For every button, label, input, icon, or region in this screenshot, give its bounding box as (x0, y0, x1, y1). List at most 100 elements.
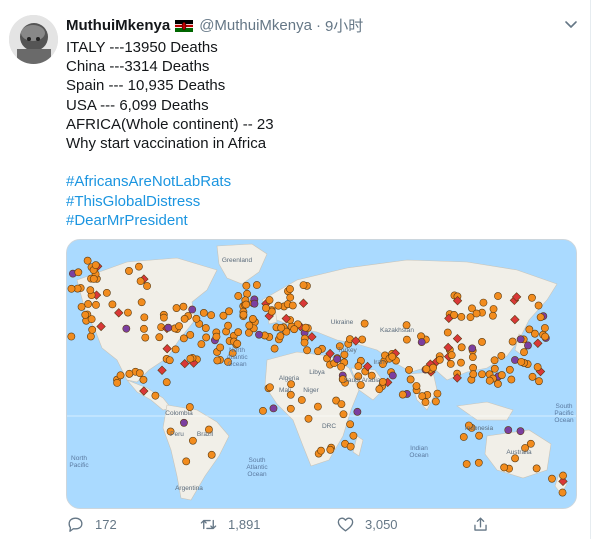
case-marker (234, 292, 243, 300)
case-marker (405, 365, 413, 374)
hashtag-link[interactable]: #ThisGlobalDistress (66, 192, 566, 211)
case-marker (91, 261, 100, 270)
case-marker (262, 304, 270, 312)
reply-icon (68, 517, 83, 532)
author-handle[interactable]: @MuthuiMkenya (199, 17, 312, 34)
case-marker (162, 378, 171, 387)
case-marker (197, 340, 206, 349)
case-marker (270, 344, 279, 353)
case-marker (528, 372, 537, 381)
case-marker (507, 375, 516, 384)
map-label-australia: Australia (506, 449, 532, 456)
case-marker (469, 370, 478, 379)
avatar[interactable] (9, 15, 58, 64)
case-marker (180, 315, 189, 323)
case-marker (398, 390, 407, 399)
case-marker (504, 426, 513, 434)
case-marker (301, 323, 310, 332)
case-marker (199, 309, 208, 317)
timestamp[interactable]: 9小时 (325, 15, 363, 36)
case-marker (505, 365, 514, 374)
case-marker (497, 371, 506, 379)
like-button[interactable]: 3,050 (336, 515, 398, 534)
case-marker (450, 311, 459, 319)
like-count: 3,050 (365, 517, 398, 532)
case-marker (83, 256, 92, 265)
case-marker (516, 335, 525, 344)
case-marker (346, 442, 355, 451)
map-label-indian-ocean: Indian Ocean (409, 445, 429, 459)
case-marker (276, 332, 285, 340)
tweet-line: China ---3314 Deaths (66, 58, 210, 76)
case-marker (488, 311, 497, 320)
case-marker (508, 337, 517, 346)
author-name[interactable]: MuthuiMkenya (66, 17, 170, 34)
case-marker (213, 356, 222, 365)
case-marker (417, 338, 426, 346)
reply-button[interactable]: 172 (66, 515, 117, 534)
case-marker (125, 369, 134, 378)
case-marker (234, 328, 243, 337)
retweet-button[interactable]: 1,891 (199, 515, 261, 534)
case-marker (360, 319, 369, 328)
map-label-greenland: Greenland (222, 257, 253, 264)
case-marker (248, 315, 257, 323)
case-marker (478, 370, 486, 379)
case-marker (304, 414, 313, 423)
case-marker (435, 355, 444, 364)
tweet-card: MuthuiMkenya @MuthuiMkenya · 9小时 ITALY -… (0, 0, 591, 539)
case-marker (526, 439, 535, 448)
case-marker (201, 324, 210, 332)
tweet-line: ITALY ---13950 Deaths (66, 39, 218, 56)
share-button[interactable] (471, 515, 500, 534)
case-marker (243, 289, 251, 298)
map-label-north-pacific: North Pacific (69, 455, 89, 469)
case-marker (179, 334, 188, 343)
case-marker (125, 267, 133, 275)
retweet-icon (200, 519, 217, 530)
case-marker (339, 410, 348, 419)
case-marker (468, 353, 477, 362)
case-marker (207, 450, 216, 459)
case-marker (489, 305, 498, 313)
map-label-algeria: Algeria (279, 375, 300, 382)
kenya-flag-icon (175, 19, 194, 32)
case-marker (532, 464, 541, 473)
case-marker (192, 314, 201, 323)
heart-icon (337, 517, 354, 532)
hashtag-link[interactable]: #AfricansAreNotLabRats (66, 172, 566, 191)
case-marker (300, 338, 309, 347)
case-marker (333, 355, 342, 363)
case-marker (136, 277, 145, 286)
map-label-colombia: Colombia (165, 410, 193, 417)
case-marker (151, 391, 160, 400)
case-marker (548, 474, 556, 483)
case-marker (116, 371, 125, 380)
map-label-libya: Libya (309, 369, 325, 376)
case-marker (494, 292, 502, 300)
case-marker (88, 325, 97, 334)
case-marker (239, 310, 248, 319)
case-marker (225, 307, 233, 316)
case-marker (224, 321, 232, 330)
case-marker (490, 364, 499, 373)
chevron-down-icon[interactable] (563, 16, 579, 32)
case-marker (314, 347, 322, 356)
case-marker (250, 299, 259, 308)
map-label-turkey: Turkey (337, 347, 357, 354)
tweet-image-world-map[interactable]: Greenland Kazakhstan Ukraine Turkey Iran… (66, 239, 577, 509)
case-marker (326, 445, 335, 454)
tweet-actions: 172 1,891 3,050 (66, 515, 566, 535)
map-label-mali: Mali (279, 387, 291, 394)
case-marker (265, 296, 274, 304)
case-marker (202, 333, 211, 342)
case-marker (485, 376, 494, 385)
case-marker (86, 286, 95, 295)
hashtag-link[interactable]: #DearMrPresident (66, 211, 566, 230)
map-label-niger: Niger (303, 387, 319, 394)
tweet-line: USA --- 6,099 Deaths (66, 96, 209, 114)
case-marker (500, 463, 509, 472)
case-marker (242, 300, 250, 309)
case-marker (288, 301, 297, 310)
case-marker (536, 313, 545, 322)
